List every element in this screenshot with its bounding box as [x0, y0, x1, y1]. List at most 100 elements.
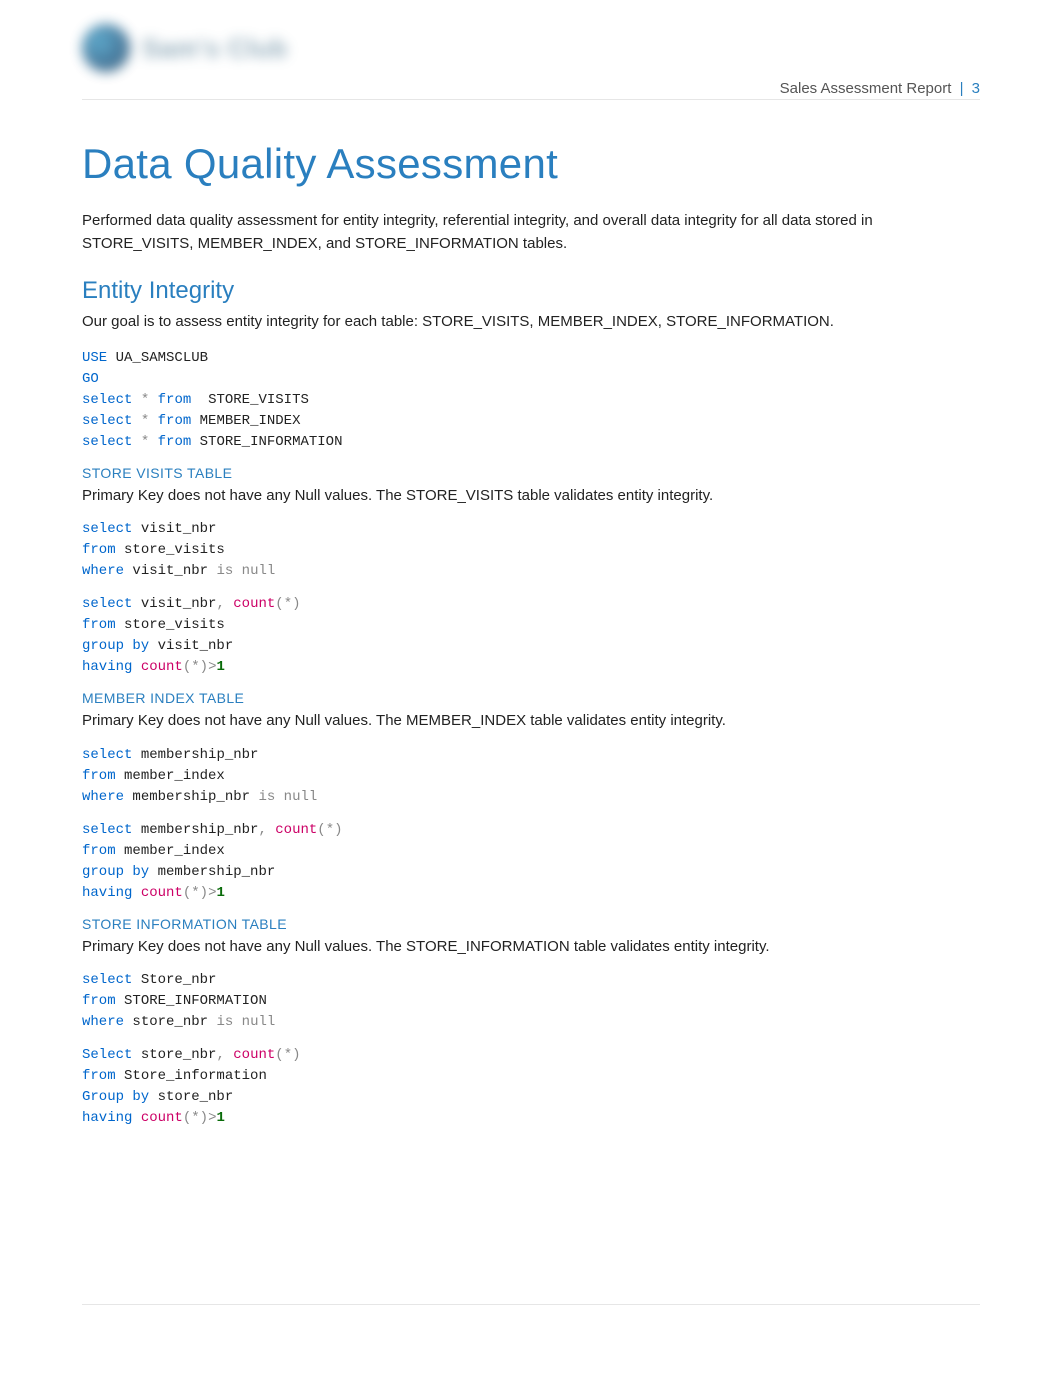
- fn-count: count: [233, 596, 275, 612]
- kw-from: from: [82, 1068, 116, 1084]
- kw-null: null: [242, 1014, 276, 1030]
- code-block-store-info-count: Select store_nbr, count(*) from Store_in…: [82, 1045, 980, 1129]
- header-caption: Sales Assessment Report | 3: [780, 80, 980, 97]
- fn-count: count: [275, 822, 317, 838]
- lparen: (: [275, 1047, 283, 1063]
- lparen: (: [317, 822, 325, 838]
- kw-select: select: [82, 413, 132, 429]
- kw-null: null: [284, 789, 318, 805]
- star: *: [284, 596, 292, 612]
- logo: Sam's Club: [82, 24, 288, 72]
- col: membership_nbr: [158, 864, 276, 880]
- kw-groupby: group by: [82, 864, 149, 880]
- kw-use: USE: [82, 350, 107, 366]
- fn-count: count: [141, 1110, 183, 1126]
- star: *: [141, 434, 149, 450]
- col: visit_nbr: [132, 563, 208, 579]
- kw-select: select: [82, 822, 132, 838]
- code-block-store-visits-null: select visit_nbr from store_visits where…: [82, 519, 980, 582]
- kw-groupby: group by: [82, 638, 149, 654]
- comma: ,: [258, 822, 266, 838]
- page-header: Sam's Club Sales Assessment Report | 3: [82, 30, 980, 100]
- kw-from: from: [158, 392, 192, 408]
- footer-rule: [82, 1304, 980, 1305]
- page-number: 3: [972, 80, 980, 97]
- rparen: ): [334, 822, 342, 838]
- col: Store_nbr: [141, 972, 217, 988]
- lparen: (: [275, 596, 283, 612]
- header-separator: |: [956, 80, 968, 97]
- kw-where: where: [82, 1014, 124, 1030]
- table-name: STORE_VISITS: [208, 392, 309, 408]
- kw-select: select: [82, 972, 132, 988]
- rparen: ): [200, 659, 208, 675]
- intro-paragraph: Performed data quality assessment for en…: [82, 210, 980, 255]
- table-name: member_index: [124, 768, 225, 784]
- rparen: ): [200, 1110, 208, 1126]
- literal-one: 1: [216, 659, 224, 675]
- fn-count: count: [233, 1047, 275, 1063]
- kw-is: is: [216, 563, 233, 579]
- table-name: store_visits: [124, 542, 225, 558]
- kw-select: select: [82, 596, 132, 612]
- kw-having: having: [82, 1110, 132, 1126]
- kw-from: from: [158, 434, 192, 450]
- section-heading-entity-integrity: Entity Integrity: [82, 277, 980, 305]
- col: visit_nbr: [158, 638, 234, 654]
- subheading-store-visits: STORE VISITS TABLE: [82, 465, 980, 481]
- doc-title: Sales Assessment Report: [780, 80, 952, 97]
- rparen: ): [292, 596, 300, 612]
- logo-globe-icon: [82, 24, 130, 72]
- col: store_nbr: [132, 1014, 208, 1030]
- table-name: MEMBER_INDEX: [200, 413, 301, 429]
- kw-having: having: [82, 659, 132, 675]
- star: *: [141, 413, 149, 429]
- rparen: ): [200, 885, 208, 901]
- member-index-desc: Primary Key does not have any Null value…: [82, 710, 980, 733]
- table-name: STORE_INFORMATION: [200, 434, 343, 450]
- kw-where: where: [82, 563, 124, 579]
- col: store_nbr: [141, 1047, 217, 1063]
- kw-groupby: Group by: [82, 1089, 149, 1105]
- fn-count: count: [141, 885, 183, 901]
- comma: ,: [216, 596, 224, 612]
- code-block-store-info-null: select Store_nbr from STORE_INFORMATION …: [82, 970, 980, 1033]
- code-block-store-visits-count: select visit_nbr, count(*) from store_vi…: [82, 594, 980, 678]
- entity-integrity-goal: Our goal is to assess entity integrity f…: [82, 311, 980, 334]
- kw-from: from: [82, 843, 116, 859]
- star: *: [141, 392, 149, 408]
- kw-from: from: [82, 993, 116, 1009]
- kw-from: from: [82, 617, 116, 633]
- kw-is: is: [258, 789, 275, 805]
- subheading-member-index: MEMBER INDEX TABLE: [82, 690, 980, 706]
- col: store_nbr: [158, 1089, 234, 1105]
- code-block-member-index-null: select membership_nbr from member_index …: [82, 745, 980, 808]
- star: *: [191, 885, 199, 901]
- star: *: [191, 659, 199, 675]
- table-name: store_visits: [124, 617, 225, 633]
- lparen: (: [183, 659, 191, 675]
- col: visit_nbr: [141, 521, 217, 537]
- kw-having: having: [82, 885, 132, 901]
- document-page: Sam's Club Sales Assessment Report | 3 D…: [0, 0, 1062, 1377]
- kw-is: is: [216, 1014, 233, 1030]
- star: *: [191, 1110, 199, 1126]
- lparen: (: [183, 1110, 191, 1126]
- kw-select: select: [82, 392, 132, 408]
- code-block-use: USE UA_SAMSCLUB GO select * from STORE_V…: [82, 348, 980, 453]
- lparen: (: [183, 885, 191, 901]
- logo-text: Sam's Club: [142, 33, 288, 64]
- page-title: Data Quality Assessment: [82, 140, 980, 188]
- comma: ,: [216, 1047, 224, 1063]
- kw-select: select: [82, 521, 132, 537]
- table-name: member_index: [124, 843, 225, 859]
- literal-one: 1: [216, 1110, 224, 1126]
- rparen: ): [292, 1047, 300, 1063]
- table-name: Store_information: [124, 1068, 267, 1084]
- col: membership_nbr: [141, 747, 259, 763]
- col: visit_nbr: [141, 596, 217, 612]
- kw-select: select: [82, 747, 132, 763]
- kw-select: select: [82, 434, 132, 450]
- col: membership_nbr: [141, 822, 259, 838]
- kw-select: Select: [82, 1047, 132, 1063]
